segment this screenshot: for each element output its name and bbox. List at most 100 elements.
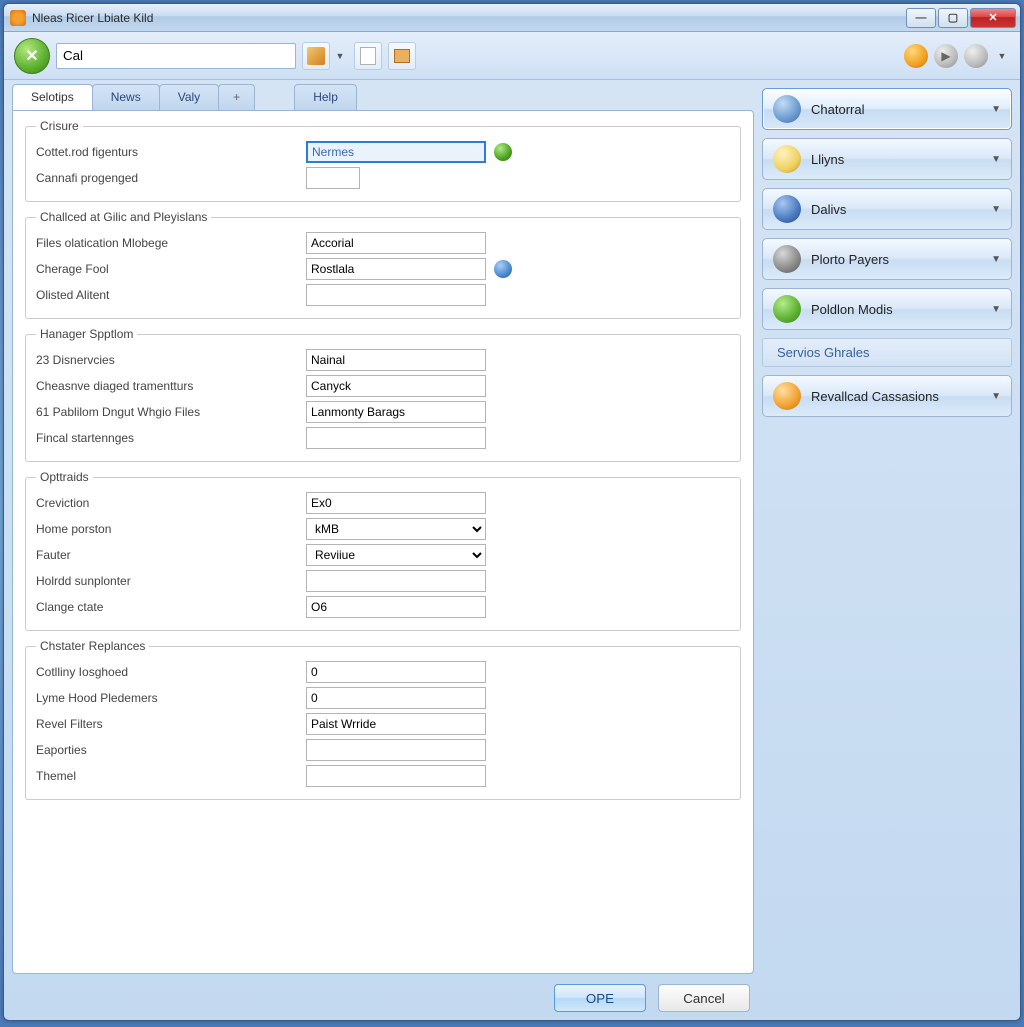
nav-orb-icon[interactable]: ▶ — [934, 44, 958, 68]
group-legend: Opttraids — [36, 470, 93, 484]
search-input[interactable] — [56, 43, 296, 69]
group-challced: Challced at Gilic and Pleyislans Files o… — [25, 210, 741, 319]
chatorral-icon — [773, 95, 801, 123]
group-crisure: Crisure Cottet.rod figenturs Cannafi pro… — [25, 119, 741, 202]
sidebar-item-poldlon[interactable]: Poldlon Modis ▼ — [762, 288, 1012, 330]
minimize-button[interactable]: — — [906, 8, 936, 28]
field-select[interactable]: kMB — [306, 518, 486, 540]
app-window: Nleas Ricer Lbiate Kild — ▢ ✕ ✕ ▼ ▶ ▼ — [3, 3, 1021, 1021]
field-input[interactable] — [306, 349, 486, 371]
main-panel: Selotips News Valy + Help Crisure Cottet… — [12, 84, 754, 1012]
chevron-down-icon: ▼ — [991, 254, 1001, 265]
sidebar-item-lliyns[interactable]: Lliyns ▼ — [762, 138, 1012, 180]
group-hanager: Hanager Spptlom 23 Disnervcies Cheasnve … — [25, 327, 741, 462]
sidebar-service-text[interactable]: Servios Ghrales — [762, 338, 1012, 367]
content-area: Selotips News Valy + Help Crisure Cottet… — [4, 80, 1020, 1020]
maximize-button[interactable]: ▢ — [938, 8, 968, 28]
tab-valy[interactable]: Valy — [159, 84, 219, 110]
field-input[interactable] — [306, 570, 486, 592]
sidebar-label: Chatorral — [811, 102, 981, 117]
form-row: Cannafi progenged — [36, 165, 730, 191]
sidebar-label: Revallcad Cassasions — [811, 389, 981, 404]
plorto-icon — [773, 245, 801, 273]
field-input[interactable] — [306, 765, 486, 787]
field-input[interactable] — [306, 739, 486, 761]
form-row: 23 Disnervcies — [36, 347, 730, 373]
chevron-down-icon: ▼ — [991, 104, 1001, 115]
chevron-down-icon: ▼ — [991, 204, 1001, 215]
tool-icon — [307, 47, 325, 65]
titlebar: Nleas Ricer Lbiate Kild — ▢ ✕ — [4, 4, 1020, 32]
field-input[interactable] — [306, 284, 486, 306]
group-optraids: Opttraids Creviction Home porston kMB Fa… — [25, 470, 741, 631]
group-legend: Challced at Gilic and Pleyislans — [36, 210, 211, 224]
info-orb-icon[interactable] — [904, 44, 928, 68]
field-input[interactable] — [306, 661, 486, 683]
group-legend: Crisure — [36, 119, 83, 133]
action-orb-icon[interactable] — [494, 260, 512, 278]
field-input[interactable] — [306, 427, 486, 449]
window-buttons: — ▢ ✕ — [904, 8, 1016, 28]
go-button[interactable]: ✕ — [14, 38, 50, 74]
close-button[interactable]: ✕ — [970, 8, 1016, 28]
refresh-orb-icon[interactable] — [964, 44, 988, 68]
field-input[interactable] — [306, 258, 486, 280]
field-label: 23 Disnervcies — [36, 353, 306, 367]
cancel-button[interactable]: Cancel — [658, 984, 750, 1012]
field-select[interactable]: Reviiue — [306, 544, 486, 566]
sidebar-item-dalivs[interactable]: Dalivs ▼ — [762, 188, 1012, 230]
lliyns-icon — [773, 145, 801, 173]
field-label: Files olatication Mlobege — [36, 236, 306, 250]
tab-help[interactable]: Help — [294, 84, 357, 110]
form-row: Home porston kMB — [36, 516, 730, 542]
revallcad-icon — [773, 382, 801, 410]
chevron-down-icon[interactable]: ▼ — [332, 51, 348, 61]
field-input[interactable] — [306, 167, 360, 189]
tab-news[interactable]: News — [92, 84, 160, 110]
group-chstater: Chstater Replances Cotlliny Iosghoed Lym… — [25, 639, 741, 800]
form-row: Eaporties — [36, 737, 730, 763]
field-label: Creviction — [36, 496, 306, 510]
field-input[interactable] — [306, 687, 486, 709]
tool-button-3[interactable] — [388, 42, 416, 70]
field-label: Lyme Hood Pledemers — [36, 691, 306, 705]
form-row: Olisted Alitent — [36, 282, 730, 308]
sidebar-item-revallcad[interactable]: Revallcad Cassasions ▼ — [762, 375, 1012, 417]
ope-button[interactable]: OPE — [554, 984, 646, 1012]
sidebar-item-plorto[interactable]: Plorto Payers ▼ — [762, 238, 1012, 280]
tab-add[interactable]: + — [218, 84, 255, 110]
field-input[interactable] — [306, 141, 486, 163]
field-input[interactable] — [306, 401, 486, 423]
form-row: Cheasnve diaged tramentturs — [36, 373, 730, 399]
chevron-down-icon: ▼ — [991, 304, 1001, 315]
field-label: Fauter — [36, 548, 306, 562]
field-input[interactable] — [306, 375, 486, 397]
field-input[interactable] — [306, 232, 486, 254]
field-input[interactable] — [306, 492, 486, 514]
sidebar-item-chatorral[interactable]: Chatorral ▼ — [762, 88, 1012, 130]
field-label: Cheasnve diaged tramentturs — [36, 379, 306, 393]
form-row: Cottet.rod figenturs — [36, 139, 730, 165]
dalivs-icon — [773, 195, 801, 223]
form-row: Revel Filters — [36, 711, 730, 737]
window-title: Nleas Ricer Lbiate Kild — [32, 11, 904, 25]
field-input[interactable] — [306, 713, 486, 735]
status-orb-icon[interactable] — [494, 143, 512, 161]
field-input[interactable] — [306, 596, 486, 618]
app-icon — [10, 10, 26, 26]
group-legend: Hanager Spptlom — [36, 327, 137, 341]
chevron-down-icon[interactable]: ▼ — [994, 51, 1010, 61]
form-row: Holrdd sunplonter — [36, 568, 730, 594]
chevron-down-icon: ▼ — [991, 391, 1001, 402]
field-label: Olisted Alitent — [36, 288, 306, 302]
form-row: 61 Pablilom Dngut Whgio Files — [36, 399, 730, 425]
box-icon — [394, 49, 410, 63]
tool-button-2[interactable] — [354, 42, 382, 70]
tool-button-1[interactable] — [302, 42, 330, 70]
tab-selotips[interactable]: Selotips — [12, 84, 93, 110]
chevron-down-icon: ▼ — [991, 154, 1001, 165]
dialog-buttons: OPE Cancel — [12, 974, 754, 1012]
form-row: Creviction — [36, 490, 730, 516]
field-label: Themel — [36, 769, 306, 783]
form-row: Cotlliny Iosghoed — [36, 659, 730, 685]
